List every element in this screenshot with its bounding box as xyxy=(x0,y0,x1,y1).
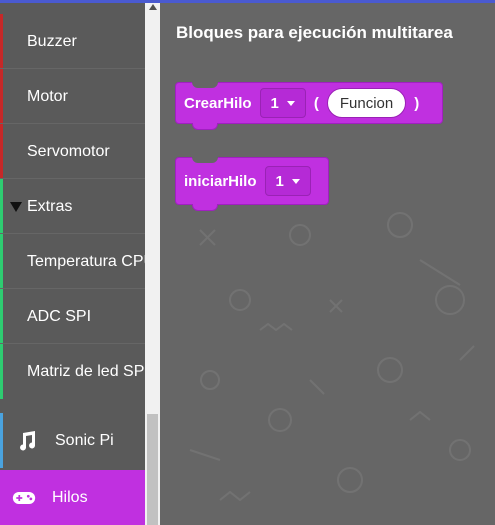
expand-caret-icon[interactable] xyxy=(10,201,22,212)
block-connector xyxy=(192,123,218,130)
category-sonic-pi[interactable]: Sonic Pi xyxy=(0,413,145,468)
category-color-strip xyxy=(0,179,3,234)
sidebar-item-label: Buzzer xyxy=(27,32,77,50)
thread-number-dropdown[interactable]: 1 xyxy=(264,166,311,196)
block-notch xyxy=(192,82,218,88)
sidebar-item-matriz-de-led-spi[interactable]: Matriz de led SPI xyxy=(0,344,145,399)
sidebar-item-adc-spi[interactable]: ADC SPI xyxy=(0,289,145,344)
toolbox-sidebar: Buzzer Motor Servomotor Extras Temperatu… xyxy=(0,0,145,525)
dropdown-value: 1 xyxy=(275,172,284,190)
block-notch xyxy=(192,157,218,163)
sidebar-item-buzzer[interactable]: Buzzer xyxy=(0,14,145,69)
function-input[interactable]: Funcion xyxy=(326,88,407,118)
scroll-up-arrow-icon[interactable] xyxy=(149,4,157,10)
dropdown-value: 1 xyxy=(270,94,279,112)
category-color-strip xyxy=(0,14,3,69)
block-connector xyxy=(192,204,218,211)
chevron-down-icon xyxy=(291,178,300,184)
sidebar-item-label: Matriz de led SPI xyxy=(27,362,145,380)
category-label: Sonic Pi xyxy=(55,431,114,449)
chevron-down-icon xyxy=(286,100,295,106)
category-color-strip xyxy=(0,344,3,399)
sidebar-item-label: Motor xyxy=(27,87,68,105)
block-label: iniciarHilo xyxy=(184,172,257,190)
category-color-strip xyxy=(0,124,3,179)
block-label: CrearHilo xyxy=(184,94,252,112)
category-hilos[interactable]: Hilos xyxy=(0,470,145,525)
music-note-icon xyxy=(15,429,39,453)
category-color-strip xyxy=(0,289,3,344)
category-label: Hilos xyxy=(52,488,88,506)
blocks-flyout: Bloques para ejecución multitarea CrearH… xyxy=(160,0,495,525)
category-color-strip xyxy=(0,69,3,124)
block-crear-hilo[interactable]: CrearHilo 1 ( Funcion ) xyxy=(175,82,443,130)
gamepad-icon xyxy=(12,486,36,510)
thread-number-dropdown[interactable]: 1 xyxy=(259,88,306,118)
workspace-background-pattern xyxy=(189,212,475,502)
sidebar-item-servomotor[interactable]: Servomotor xyxy=(0,124,145,179)
block-iniciar-hilo[interactable]: iniciarHilo 1 xyxy=(175,157,329,211)
toolbox-scrollbar[interactable] xyxy=(145,0,160,525)
open-paren: ( xyxy=(313,94,319,112)
sidebar-item-temperatura-cpu[interactable]: Temperatura CPU xyxy=(0,234,145,289)
scrollbar-thumb[interactable] xyxy=(147,414,158,525)
sidebar-item-motor[interactable]: Motor xyxy=(0,69,145,124)
sidebar-item-extras[interactable]: Extras xyxy=(0,179,145,234)
sidebar-item-label: Extras xyxy=(27,197,73,215)
sidebar-item-label: Servomotor xyxy=(27,142,110,160)
sidebar-item-label: Temperatura CPU xyxy=(27,252,145,270)
top-accent-line xyxy=(0,0,495,3)
flyout-title: Bloques para ejecución multitarea xyxy=(176,23,453,42)
close-paren: ) xyxy=(414,94,420,112)
category-color-strip xyxy=(0,234,3,289)
sidebar-item-label: ADC SPI xyxy=(27,307,92,325)
